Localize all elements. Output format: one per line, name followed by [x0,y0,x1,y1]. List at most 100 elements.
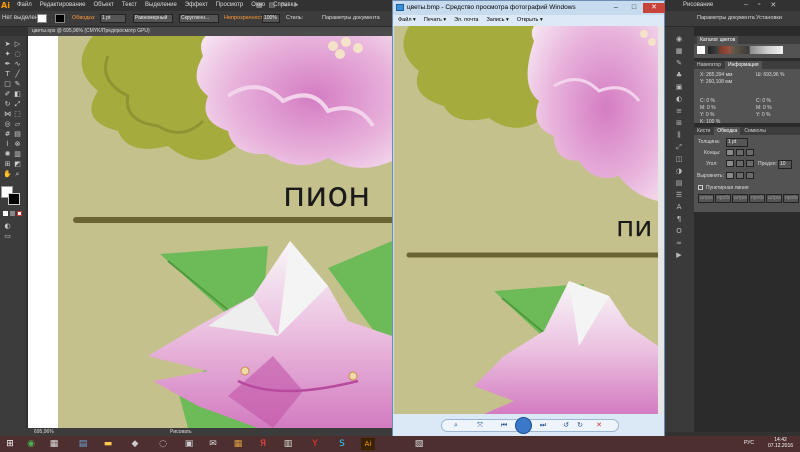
graphic-styles-icon[interactable]: ▣ [674,83,684,91]
stroke-weight-field[interactable]: 1 pt [726,138,748,147]
app-icon[interactable]: ▦ [47,438,61,450]
transparency-panel-icon[interactable]: ◑ [674,167,684,175]
swatches-panel-icon[interactable]: ▦ [674,47,684,55]
viewer-titlebar[interactable]: цветы.bmp - Средство просмотра фотографи… [393,1,665,15]
dashed-checkbox[interactable] [698,185,703,190]
opacity-label[interactable]: Непрозрачность: [224,15,267,21]
media-icon[interactable]: ▣ [182,438,196,450]
shape-builder-icon[interactable]: ◎ [3,120,12,128]
rotate-tool-icon[interactable]: ↻ [3,100,12,108]
rotate-left-icon[interactable]: ↺ [561,421,571,430]
rotate-right-icon[interactable]: ↻ [575,421,585,430]
stroke-color-icon[interactable] [8,193,20,205]
mail-icon[interactable]: ✉ [206,438,220,450]
viewer-menu-open[interactable]: Открыть ▾ [517,15,543,26]
hand-tool-icon[interactable]: ✋ [3,170,12,178]
tab-navigator[interactable]: Навигатор [697,61,721,69]
menu-edit[interactable]: Редактирование [40,2,86,8]
transform-panel-icon[interactable]: ⤢ [674,143,684,151]
tab-stroke[interactable]: Обводка [714,127,741,135]
color-mode-icon[interactable] [3,211,8,216]
stroke-swatch[interactable] [55,14,65,23]
color-panel-icon[interactable]: ◉ [674,35,684,43]
variable-width-select[interactable]: Равномерный [133,14,173,23]
document-tab[interactable]: цветы.eps @ 695,96% (CMYK/Предпросмотр G… [28,27,392,36]
opacity-input[interactable]: 100% [262,14,280,23]
minimize-icon[interactable]: – [607,3,625,13]
illustrator-task-icon[interactable]: Ai [361,438,375,450]
stroke-label[interactable]: Обводка: [72,15,96,21]
bevel-join-icon[interactable] [746,160,754,167]
zoom-tool-icon[interactable]: ⌕ [13,170,22,178]
dash-2[interactable]: штрих [732,194,748,203]
workspace-switcher[interactable]: Рисование [683,2,713,8]
width-tool-icon[interactable]: ⋈ [3,110,12,118]
tab-brushes[interactable]: Кисти [697,127,710,135]
dash-3[interactable]: штрих [766,194,782,203]
menu-effect[interactable]: Эффект [185,2,208,8]
slice-tool-icon[interactable]: ◩ [13,160,22,168]
fit-icon[interactable]: ⤧ [475,421,485,430]
fill-swatch[interactable] [37,14,47,23]
layers-panel-icon[interactable]: ≡ [674,107,684,115]
free-transform-icon[interactable]: ⬚ [13,110,22,118]
rectangle-tool-icon[interactable]: □ [3,80,12,88]
artboard-tool-icon[interactable]: ⊞ [3,160,12,168]
tab-info[interactable]: Информация [725,61,762,69]
blend-tool-icon[interactable]: ⊗ [13,140,22,148]
maximize-icon[interactable]: □ [625,3,643,13]
brush-icon[interactable]: ✎ [281,1,287,9]
clock[interactable]: 14:42 07.12.2016 [768,437,793,449]
viewer-menu-file[interactable]: Файл ▾ [398,15,416,26]
menu-file[interactable]: Файл [17,2,32,8]
archive-icon[interactable]: ▦ [231,438,245,450]
explorer-icon[interactable]: ▤ [76,438,90,450]
delete-icon[interactable]: ✕ [594,421,604,430]
minimize-icon[interactable]: – [744,1,748,9]
menu-view[interactable]: Просмотр [216,2,243,8]
dash-1[interactable]: штрих [698,194,714,203]
paragraph-panel-icon[interactable]: ¶ [674,215,684,223]
zoom-icon[interactable]: ⌕ [451,421,461,430]
yandex-browser-icon[interactable]: Y [308,438,322,450]
gradient-mode-icon[interactable] [10,211,15,216]
screen-mode-icon[interactable]: ▭ [3,232,12,240]
gradient-panel-icon[interactable]: ▤ [674,179,684,187]
viewer-menu-print[interactable]: Печать ▾ [424,15,446,26]
brush-definition-select[interactable]: Скругленн... [179,14,219,23]
gap-1[interactable]: пробел [715,194,731,203]
projecting-cap-icon[interactable] [746,149,754,156]
magic-wand-icon[interactable]: ✦ [3,50,12,58]
usb-icon[interactable]: ◆ [128,438,142,450]
brushes-panel-icon[interactable]: ✎ [674,59,684,67]
align-inside-icon[interactable] [736,172,744,179]
pencil-icon[interactable]: ✐ [3,90,12,98]
align-outside-icon[interactable] [746,172,754,179]
butt-cap-icon[interactable] [726,149,734,156]
next-icon[interactable]: ⏭ [538,421,548,430]
align-panel-icon[interactable]: ⫼ [674,131,684,139]
viewer-task-icon[interactable]: ▧ [412,438,426,450]
base-color-swatch[interactable] [697,46,705,54]
stroke-weight-input[interactable]: 1 pt [100,14,126,23]
menu-object[interactable]: Объект [93,2,113,8]
chrome-icon[interactable]: ◉ [24,438,38,450]
stroke-panel-icon[interactable]: ☰ [674,191,684,199]
round-cap-icon[interactable] [736,149,744,156]
eyedropper-icon[interactable]: ⌇ [3,140,12,148]
selection-tool-icon[interactable]: ➤ [3,40,12,48]
gap-2[interactable]: пробел [749,194,765,203]
draw-mode-icon[interactable]: ◐ [3,222,12,230]
arrange-icon[interactable]: ▤ [269,1,276,9]
lasso-icon[interactable]: ◌ [13,50,22,58]
graph-tool-icon[interactable]: ▥ [13,150,22,158]
folder-icon[interactable]: ▬ [101,438,115,450]
line-tool-icon[interactable]: ╱ [13,70,22,78]
miter-join-icon[interactable] [726,160,734,167]
paintbrush-icon[interactable]: ✎ [13,80,22,88]
actions-panel-icon[interactable]: ▶ [674,251,684,259]
opentype-panel-icon[interactable]: O [674,227,684,235]
tab-symbols[interactable]: Символы [744,127,766,135]
bridge-icon[interactable]: ▦ [256,1,263,9]
perspective-grid-icon[interactable]: ▱ [13,120,22,128]
